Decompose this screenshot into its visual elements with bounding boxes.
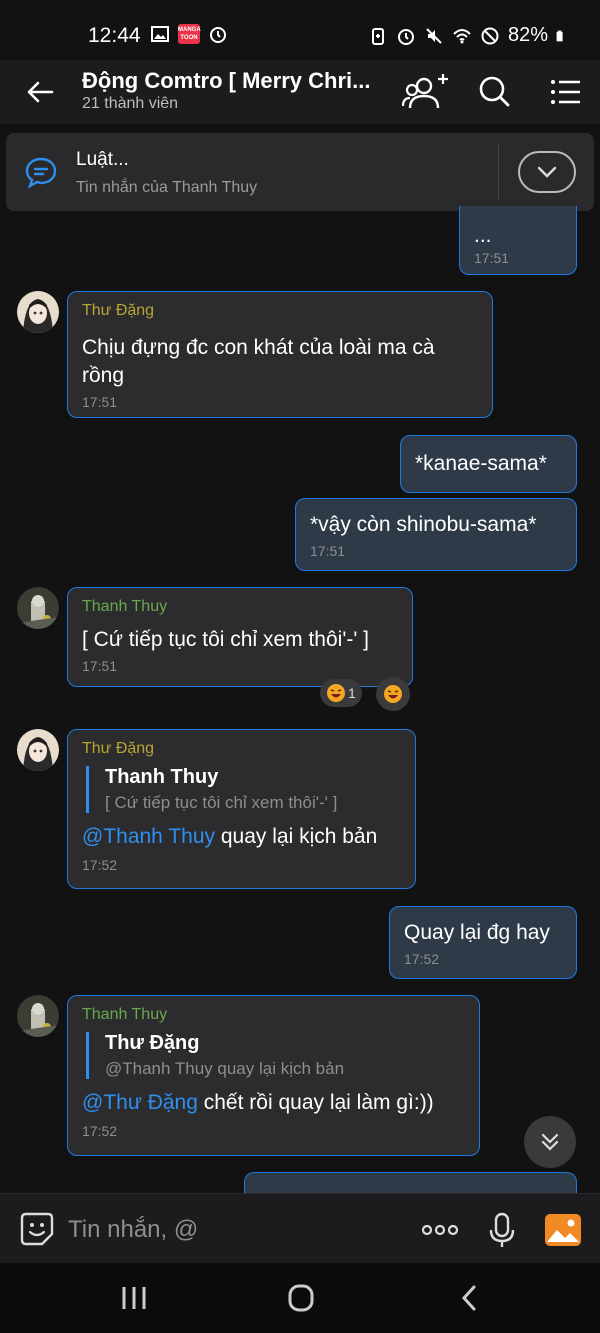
- divider: [498, 145, 499, 199]
- message-bubble-outgoing[interactable]: *vậy còn shinobu-sama* 17:51: [295, 498, 577, 571]
- sender-name[interactable]: Thư Đặng: [82, 740, 401, 758]
- message-time: 17:51: [310, 543, 346, 559]
- search-icon[interactable]: [470, 70, 518, 114]
- wifi-icon: [453, 28, 471, 43]
- sender-name[interactable]: Thanh Thuy: [82, 1006, 465, 1024]
- gallery-icon[interactable]: [543, 1210, 583, 1250]
- message-text: Quay lại đg hay: [404, 921, 550, 944]
- reaction-chip[interactable]: 1: [320, 679, 362, 707]
- status-left-icons: MANGA TOON: [150, 24, 228, 44]
- recent-apps-icon[interactable]: [116, 1283, 152, 1313]
- message-time: 17:52: [82, 1123, 118, 1139]
- mention-link[interactable]: @Thanh Thuy: [82, 825, 215, 848]
- sender-name[interactable]: Thư Đặng: [82, 302, 478, 320]
- message-bubble-outgoing[interactable]: *kanae-sama*: [400, 435, 577, 493]
- add-member-icon[interactable]: [402, 70, 450, 114]
- more-dots-icon[interactable]: [420, 1210, 460, 1250]
- avatar[interactable]: [17, 729, 59, 771]
- battery-icon: [556, 30, 563, 41]
- quote-author: Thư Đặng: [105, 1032, 200, 1054]
- pinned-expand-button[interactable]: [518, 151, 576, 193]
- add-reaction-button[interactable]: [376, 677, 410, 711]
- back-icon[interactable]: [452, 1283, 488, 1313]
- message-bubble-outgoing[interactable]: Quay lại đg hay 17:52: [389, 906, 577, 979]
- pinned-subtitle: Tin nhắn của Thanh Thuy: [76, 179, 258, 196]
- battery-level: 82%: [507, 24, 548, 46]
- avatar-image: [17, 587, 59, 629]
- message-bubble-incoming[interactable]: Thanh Thuy [ Cứ tiếp tục tôi chỉ xem thô…: [67, 587, 413, 687]
- message-input[interactable]: [68, 1214, 398, 1246]
- quote-author: Thanh Thuy: [105, 766, 219, 788]
- quoted-message[interactable]: Thanh Thuy [ Cứ tiếp tục tôi chỉ xem thô…: [86, 766, 401, 813]
- message-bubble-incoming[interactable]: Thư Đặng Thanh Thuy [ Cứ tiếp tục tôi ch…: [67, 729, 416, 889]
- message-bubble-outgoing[interactable]: ... 17:51: [459, 206, 577, 275]
- group-title[interactable]: Động Comtro [ Merry Chri...: [82, 68, 382, 94]
- avatar[interactable]: [17, 291, 59, 333]
- message-time: 17:51: [82, 658, 118, 674]
- alarm-icon: [397, 28, 414, 45]
- avatar-image: [17, 995, 59, 1037]
- mention-link[interactable]: @Thư Đặng: [82, 1091, 198, 1114]
- image-icon: [151, 26, 169, 42]
- quoted-message[interactable]: Thư Đặng @Thanh Thuy quay lại kịch bản: [86, 1032, 465, 1079]
- avatar-image: [17, 291, 59, 333]
- back-arrow-icon[interactable]: [22, 74, 58, 110]
- alarm-icon: [210, 27, 226, 43]
- message-text: [ Cứ tiếp tục tôi chỉ xem thôi'-' ]: [82, 628, 370, 651]
- sender-name[interactable]: Thanh Thuy: [82, 598, 398, 616]
- double-chevron-down-icon: [541, 1133, 559, 1151]
- message-text: quay lại kịch bản: [215, 825, 378, 848]
- avatar[interactable]: [17, 587, 59, 629]
- status-bar: 12:44 MANGA TOON 82%: [0, 0, 600, 60]
- chevron-down-icon: [537, 166, 557, 178]
- quote-text: [ Cứ tiếp tục tôi chỉ xem thôi'-' ]: [105, 793, 338, 812]
- message-time: 17:51: [82, 394, 118, 410]
- message-time: 17:52: [82, 857, 118, 873]
- home-icon[interactable]: [283, 1283, 319, 1313]
- message-composer: [0, 1193, 600, 1263]
- chat-header: Động Comtro [ Merry Chri... 21 thành viê…: [0, 60, 600, 124]
- reaction-count: 1: [348, 685, 356, 701]
- sticker-icon[interactable]: [18, 1210, 56, 1248]
- message-text: chết rồi quay lại làm gì:)): [197, 1091, 434, 1114]
- chat-bubble-icon: [25, 157, 57, 189]
- message-time: 17:52: [404, 951, 440, 967]
- message-text: *vậy còn shinobu-sama*: [310, 513, 537, 536]
- laughing-emoji-icon: [384, 685, 402, 703]
- pinned-message[interactable]: Luật... Tin nhắn của Thanh Thuy: [6, 133, 594, 211]
- laughing-emoji-icon: [327, 684, 345, 702]
- scroll-to-bottom-button[interactable]: [524, 1116, 576, 1168]
- message-time: 17:51: [474, 250, 510, 266]
- avatar[interactable]: [17, 995, 59, 1037]
- system-nav-bar: [0, 1263, 600, 1333]
- status-time: 12:44: [88, 24, 141, 47]
- message-text: *kanae-sama*: [415, 452, 547, 475]
- avatar-image: [17, 729, 59, 771]
- quote-text: @Thanh Thuy quay lại kịch bản: [105, 1059, 345, 1078]
- manga-toon-icon: MANGA TOON: [178, 24, 201, 44]
- message-bubble-incoming[interactable]: Thư Đặng Chịu đựng đc con khát của loài …: [67, 291, 493, 418]
- member-count[interactable]: 21 thành viên: [82, 95, 178, 113]
- mute-icon: [426, 27, 442, 44]
- status-right: 82%: [368, 24, 568, 47]
- battery-saver-icon: [371, 27, 384, 45]
- do-not-disturb-icon: [481, 27, 499, 44]
- message-text: ...: [474, 224, 492, 247]
- message-text: Chịu đựng đc con khát của loài ma cà rồn…: [82, 336, 435, 387]
- menu-list-icon[interactable]: [542, 70, 590, 114]
- pinned-title: Luật...: [76, 149, 129, 170]
- message-bubble-incoming[interactable]: Thanh Thuy Thư Đặng @Thanh Thuy quay lại…: [67, 995, 480, 1156]
- microphone-icon[interactable]: [482, 1210, 522, 1250]
